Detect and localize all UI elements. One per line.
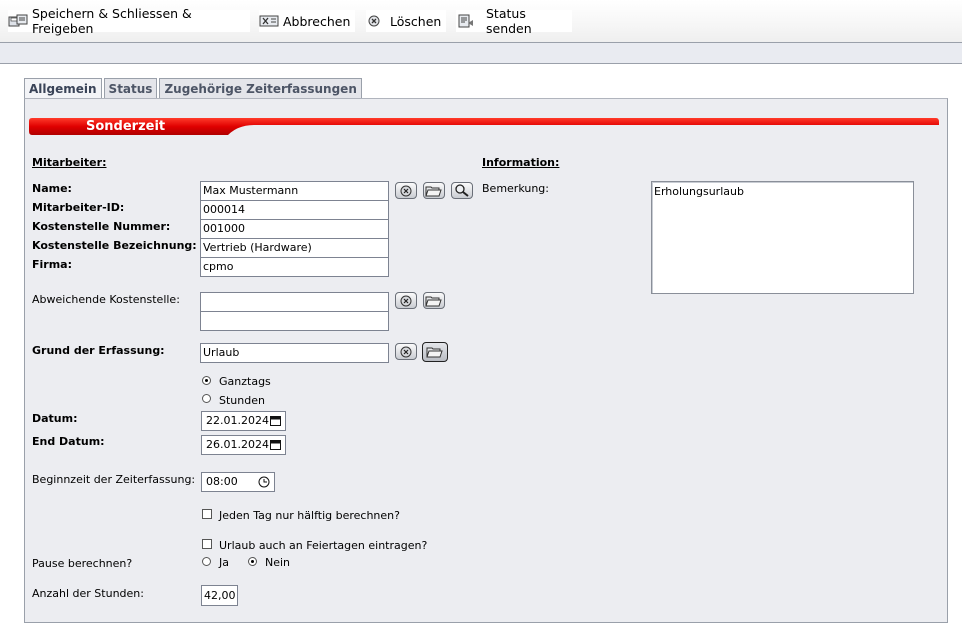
pause-no-label: Nein [265,556,291,569]
send-status-button[interactable]: Status senden [456,6,572,36]
pause-label: Pause berechnen? [32,557,133,570]
folder-icon [425,186,442,196]
pause-yes-radio[interactable] [202,557,211,566]
start-time-value: 08:00 [206,475,238,488]
cancel-label: Abbrechen [283,13,351,29]
cost-center-number-label: Kostenstelle Nummer: [32,220,171,233]
calendar-icon[interactable] [270,415,281,426]
company-label: Firma: [32,258,72,271]
start-time-field[interactable]: 08:00 [201,472,275,492]
delete-icon [366,14,382,28]
alt-cost-center-field[interactable] [200,292,389,312]
tab-allgemein[interactable]: Allgemein [24,78,102,98]
company-field[interactable]: cpmo [200,257,389,277]
reason-label: Grund der Erfassung: [32,344,165,357]
cancel-icon [259,14,279,28]
alt-cost-center-label: Abweichende Kostenstelle: [32,293,180,306]
section-title: Sonderzeit [86,119,166,134]
tab-zeiterfassungen[interactable]: Zugehörige Zeiterfassungen [159,78,362,98]
search-icon [455,184,469,197]
end-date-field[interactable]: 26.01.2024 [201,435,286,455]
send-status-label: Status senden [486,6,532,36]
start-time-label: Beginnzeit der Zeiterfassung: [32,473,196,486]
date-field[interactable]: 22.01.2024 [201,411,286,431]
clear-icon [400,185,412,196]
half-day-label: Jeden Tag nur hälftig berechnen? [219,509,400,522]
pause-yes-label: Ja [219,556,229,569]
delete-label: Löschen [390,13,442,29]
end-date-label: End Datum: [32,435,105,448]
information-heading: Information: [482,156,560,169]
cancel-button[interactable]: Abbrechen [259,10,355,32]
holidays-checkbox[interactable] [202,539,212,549]
cost-center-name-label: Kostenstelle Bezeichnung: [32,239,197,252]
search-employee-button[interactable] [451,182,473,199]
calendar-icon[interactable] [270,439,281,450]
clock-icon[interactable] [258,476,270,488]
end-date-value: 26.01.2024 [206,438,269,451]
pause-no-radio[interactable] [248,557,257,566]
folder-icon [426,347,443,358]
open-alt-cost-center-button[interactable] [423,292,445,309]
tab-status[interactable]: Status [103,78,158,98]
employee-heading: Mitarbeiter: [32,156,107,169]
date-label: Datum: [32,412,78,425]
clear-icon [400,346,412,357]
clear-employee-button[interactable] [395,182,417,199]
date-value: 22.01.2024 [206,414,269,427]
save-close-release-icon [8,14,28,28]
remark-textarea[interactable]: Erholungsurlaub [651,181,914,294]
holidays-label: Urlaub auch an Feiertagen eintragen? [219,539,428,552]
half-day-checkbox[interactable] [202,509,212,519]
hours-radio[interactable] [202,394,211,403]
save-close-release-button[interactable]: Speichern & Schliessen & Freigeben [8,6,250,36]
name-field[interactable]: Max Mustermann [200,181,389,201]
hours-count-label: Anzahl der Stunden: [32,587,144,600]
folder-icon [425,296,442,306]
delete-button[interactable]: Löschen [366,10,446,32]
save-close-release-label: Speichern & Schliessen & Freigeben [32,6,192,36]
open-employee-button[interactable] [423,182,445,199]
form-panel [24,98,948,623]
reason-field[interactable]: Urlaub [200,343,389,363]
subbar [0,43,962,64]
open-reason-button[interactable] [422,342,448,362]
send-status-icon [456,14,476,28]
cost-center-number-field[interactable]: 001000 [200,219,389,239]
fullday-radio[interactable] [202,376,211,385]
cost-center-name-field[interactable]: Vertrieb (Hardware) [200,238,389,258]
name-label: Name: [32,182,72,195]
clear-alt-cost-center-button[interactable] [395,292,417,309]
employee-id-field[interactable]: 000014 [200,200,389,220]
clear-icon [400,295,412,306]
toolbar: Speichern & Schliessen & Freigeben Abbre… [0,0,962,43]
alt-cost-center-name-field[interactable] [200,311,389,331]
remark-label: Bemerkung: [482,182,549,195]
fullday-label: Ganztags [219,375,271,388]
hours-count-field[interactable]: 42,00 [201,585,238,606]
employee-id-label: Mitarbeiter-ID: [32,201,125,214]
clear-reason-button[interactable] [395,343,417,360]
hours-radio-label: Stunden [219,394,265,407]
tab-bar: Allgemein Status Zugehörige Zeiterfassun… [24,78,364,98]
